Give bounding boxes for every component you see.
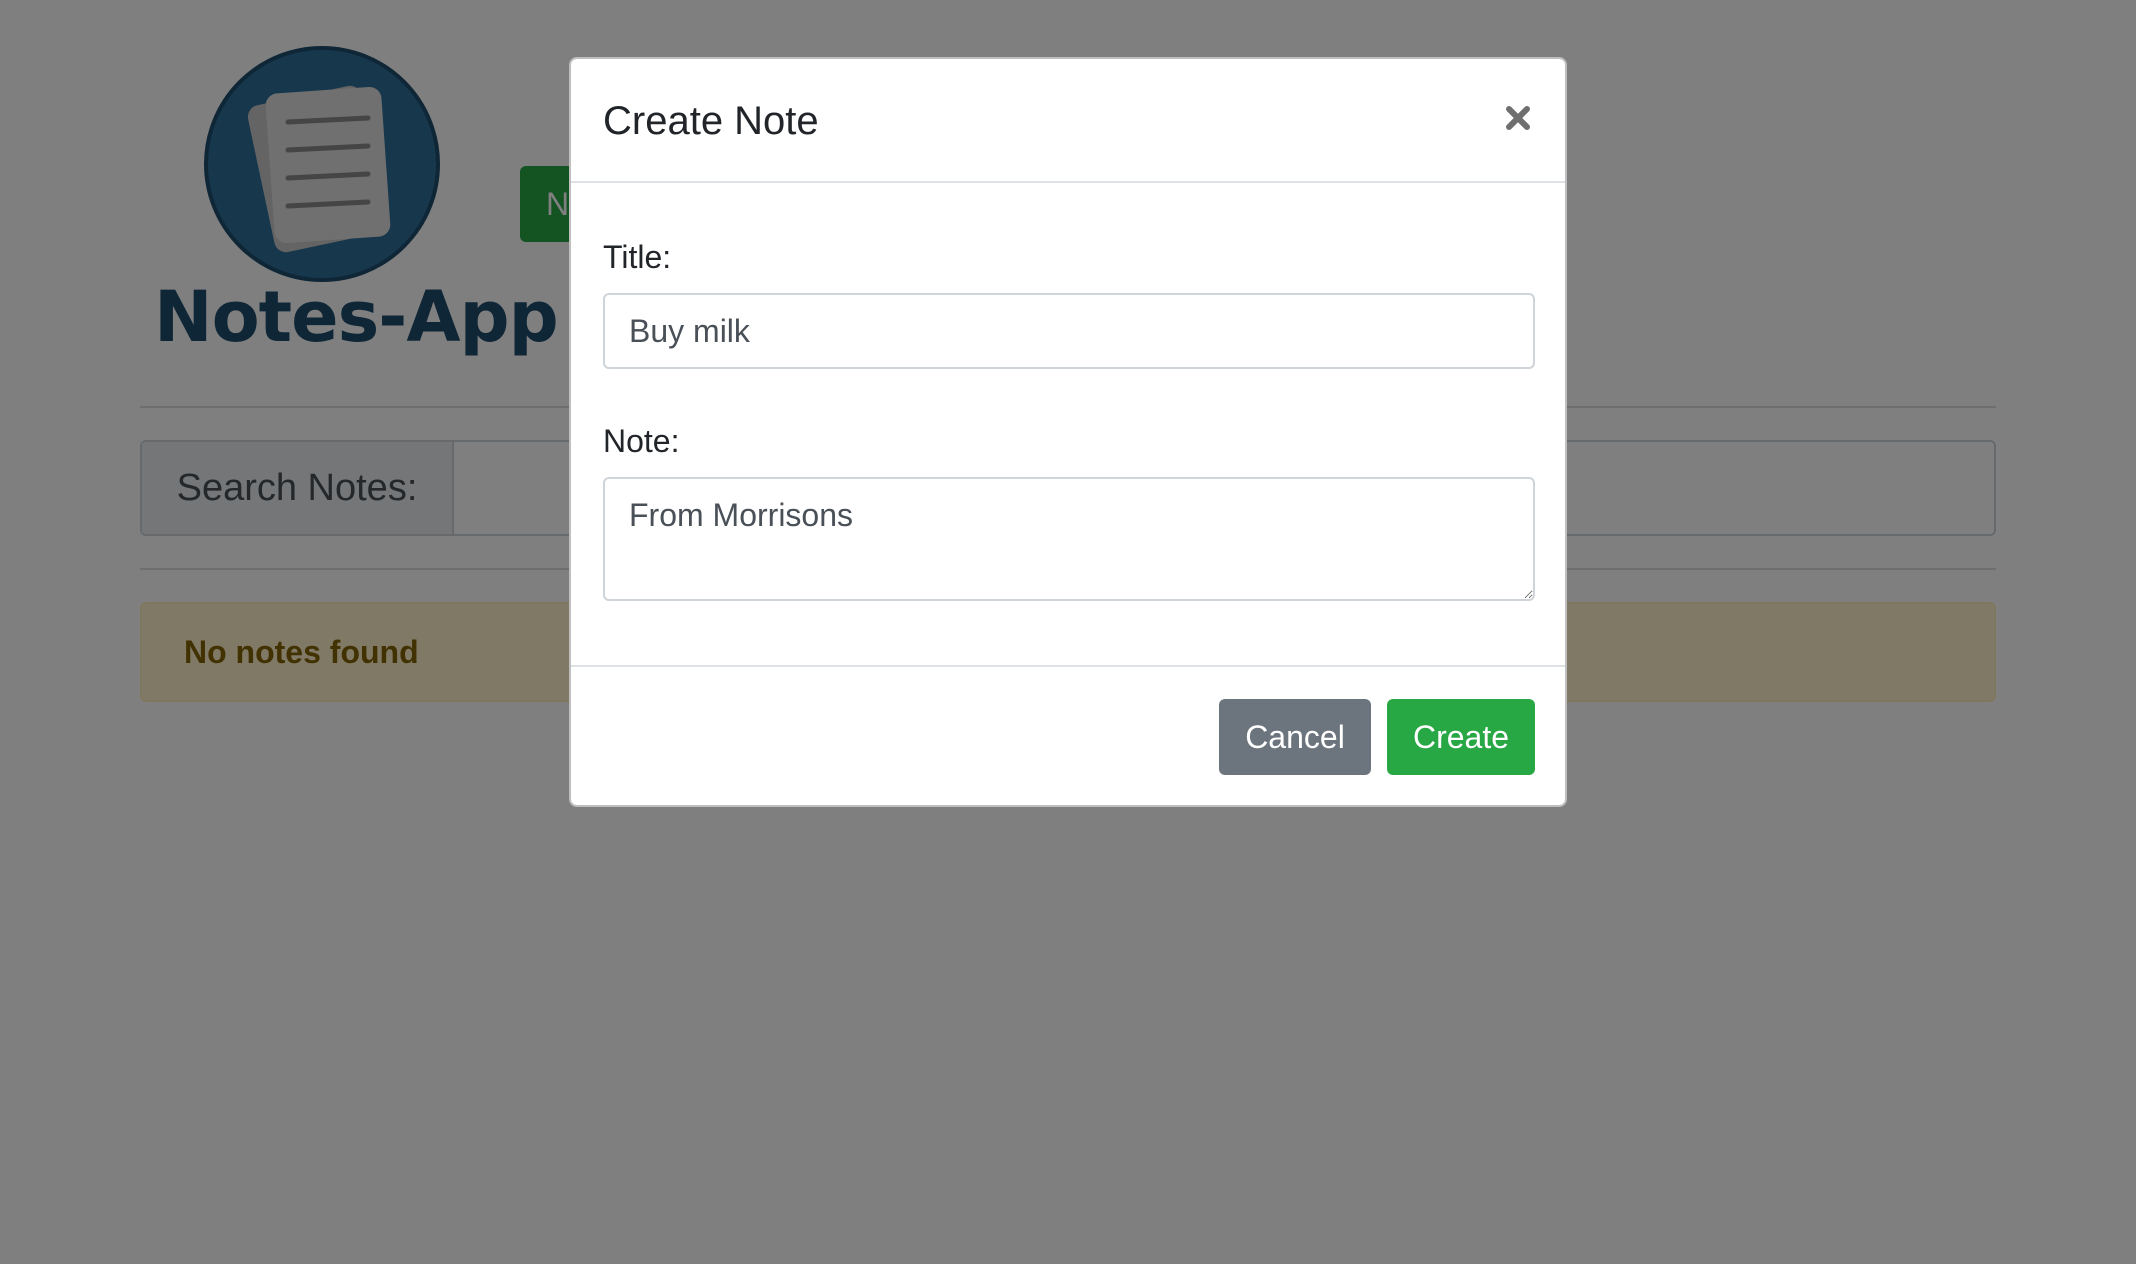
modal-footer: Cancel Create: [571, 667, 1565, 805]
title-label: Title:: [603, 239, 672, 275]
modal-title: Create Note: [603, 99, 819, 143]
create-note-modal: Create Note Title: Note: From Morrisons …: [569, 57, 1567, 807]
close-button[interactable]: [1495, 95, 1541, 141]
title-input[interactable]: [603, 293, 1535, 369]
note-label: Note:: [603, 423, 680, 459]
modal-body: Title: Note: From Morrisons: [571, 183, 1565, 667]
page: Notes-App New Note Search Notes: No note…: [0, 0, 2136, 1264]
modal-header: Create Note: [571, 59, 1565, 183]
cancel-button[interactable]: Cancel: [1219, 699, 1371, 775]
note-textarea[interactable]: From Morrisons: [603, 477, 1535, 601]
create-button[interactable]: Create: [1387, 699, 1535, 775]
close-icon: [1506, 106, 1530, 130]
